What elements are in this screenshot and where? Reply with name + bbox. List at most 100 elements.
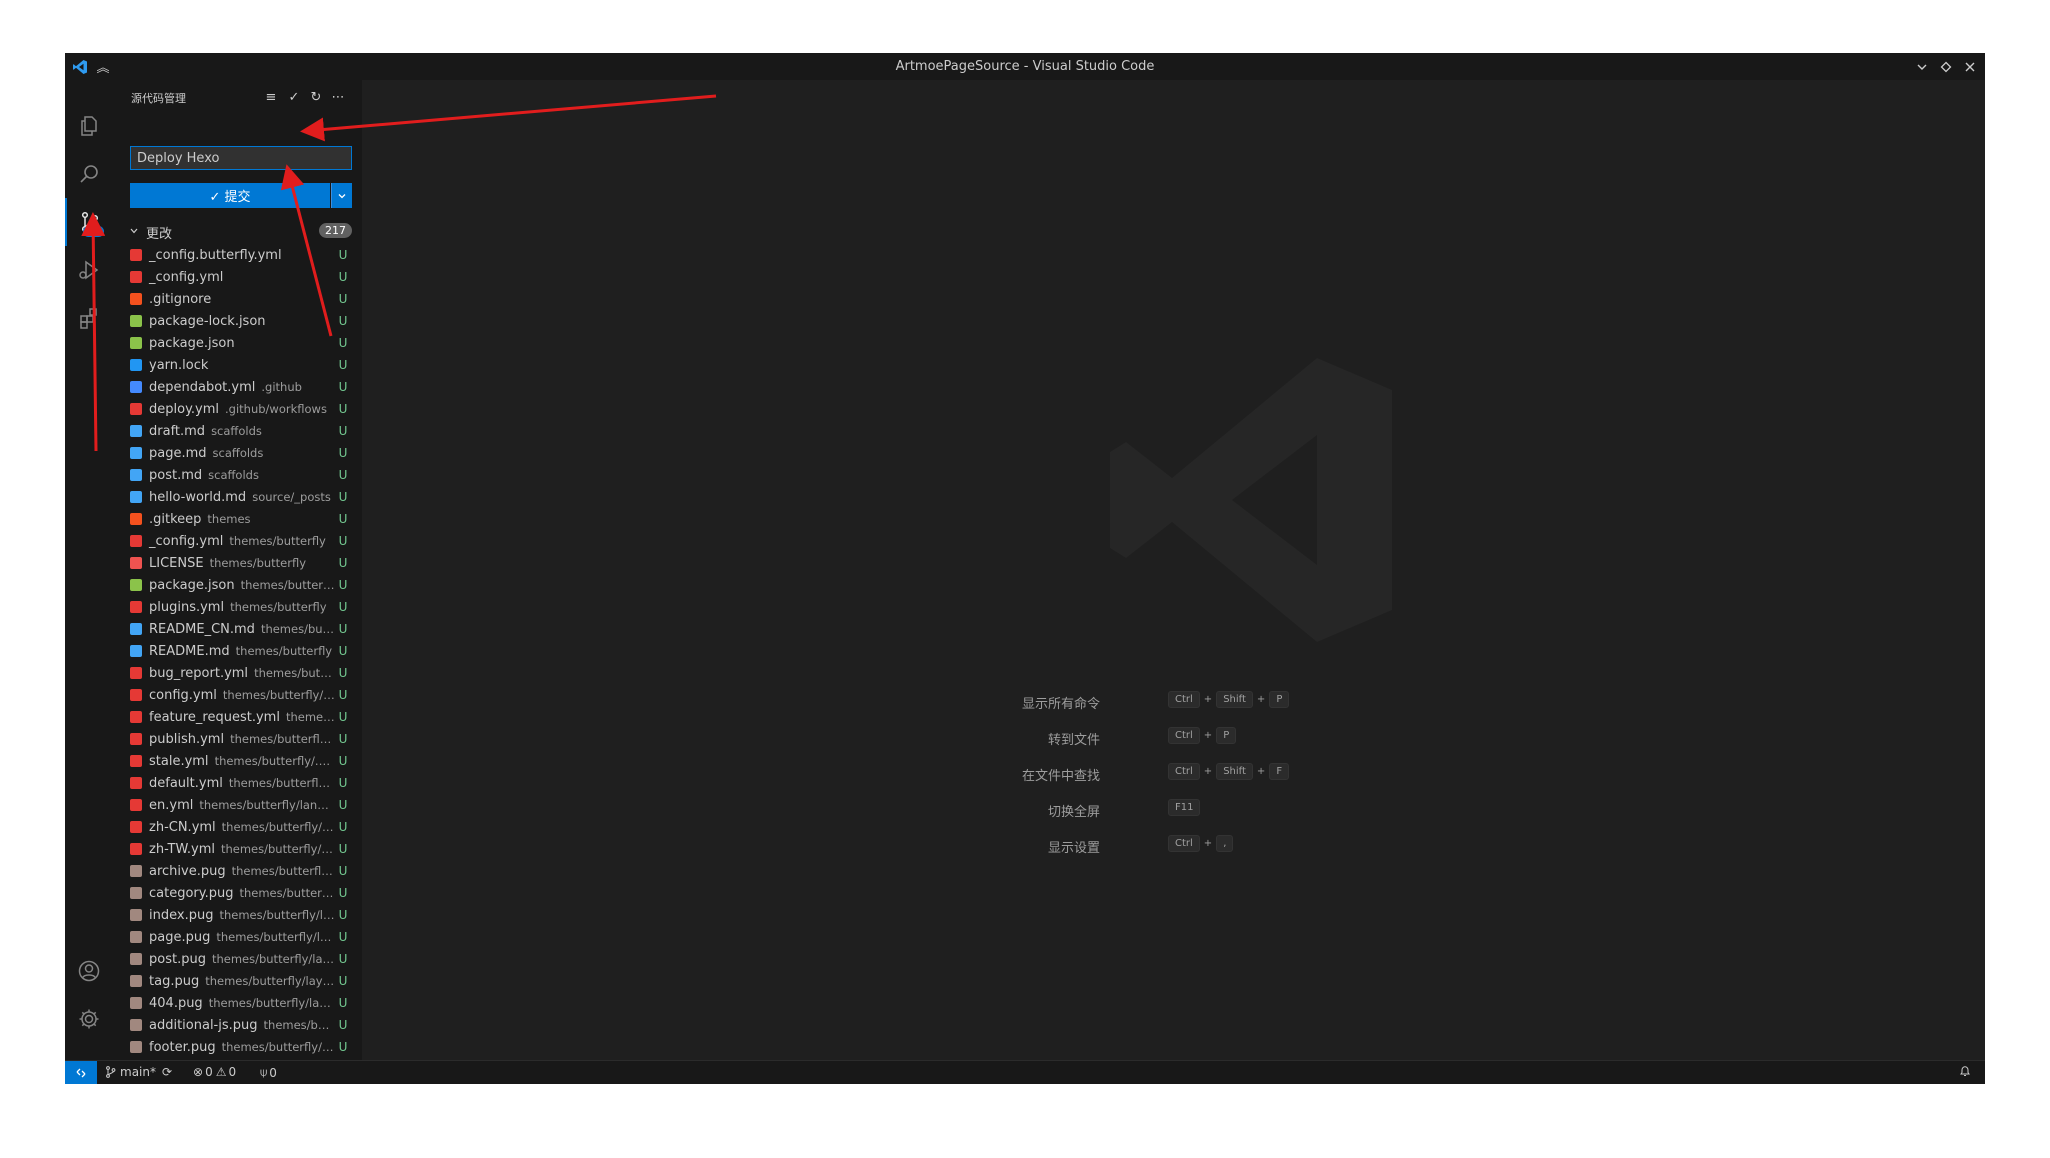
file-path: themes/butterfly/....: [230, 732, 336, 746]
file-row[interactable]: package.json U: [113, 332, 362, 354]
search-icon[interactable]: [65, 150, 113, 198]
file-row[interactable]: .gitkeep themes U: [113, 508, 362, 530]
extensions-icon[interactable]: [65, 294, 113, 342]
changes-section-header[interactable]: 更改 217: [113, 220, 362, 242]
file-path: themes/butterfly/la...: [221, 1040, 336, 1054]
file-row[interactable]: page.md scaffolds U: [113, 442, 362, 464]
commit-check-icon[interactable]: ✓: [284, 86, 304, 108]
file-row[interactable]: README_CN.md themes/butt... U: [113, 618, 362, 640]
file-status: U: [338, 336, 348, 350]
shortcut-label: 转到文件: [1047, 733, 1100, 748]
file-status: U: [338, 270, 348, 284]
file-row[interactable]: plugins.yml themes/butterfly U: [113, 596, 362, 618]
file-row[interactable]: tag.pug themes/butterfly/layout U: [113, 970, 362, 992]
file-row[interactable]: en.yml themes/butterfly/langu... U: [113, 794, 362, 816]
file-row[interactable]: LICENSE themes/butterfly U: [113, 552, 362, 574]
file-status: U: [338, 908, 348, 922]
notifications-bell-icon[interactable]: [1959, 1065, 1971, 1078]
minimize-icon[interactable]: [1911, 53, 1933, 80]
manage-gear-icon[interactable]: [65, 995, 113, 1043]
file-row[interactable]: page.pug themes/butterfly/lay... U: [113, 926, 362, 948]
file-name: yarn.lock: [149, 357, 209, 373]
commit-dropdown-button[interactable]: [331, 183, 352, 208]
file-row[interactable]: index.pug themes/butterfly/la... U: [113, 904, 362, 926]
keybinding-key: F: [1269, 763, 1290, 780]
file-row[interactable]: draft.md scaffolds U: [113, 420, 362, 442]
file-row[interactable]: hello-world.md source/_posts U: [113, 486, 362, 508]
branch-status[interactable]: main* ⟳: [105, 1065, 172, 1079]
run-debug-icon[interactable]: [65, 246, 113, 294]
file-row[interactable]: deploy.yml .github/workflows U: [113, 398, 362, 420]
file-status: U: [338, 292, 348, 306]
view-as-tree-icon[interactable]: ≡: [261, 86, 281, 108]
problems-status[interactable]: ⊗ 0 ⚠ 0: [193, 1065, 236, 1079]
shortcut-keys: Ctrl + Shift + F: [1168, 763, 1290, 780]
file-path: scaffolds: [212, 446, 264, 460]
file-row[interactable]: dependabot.yml .github U: [113, 376, 362, 398]
key-plus-separator: +: [1203, 694, 1213, 705]
file-row[interactable]: category.pug themes/butterfl... U: [113, 882, 362, 904]
file-row[interactable]: post.md scaffolds U: [113, 464, 362, 486]
remote-indicator-icon[interactable]: [65, 1061, 97, 1084]
file-row[interactable]: default.yml themes/butterfly/l... U: [113, 772, 362, 794]
file-row[interactable]: post.pug themes/butterfly/lay... U: [113, 948, 362, 970]
keybinding-key: Ctrl: [1168, 727, 1200, 744]
file-row[interactable]: zh-TW.yml themes/butterfly/la... U: [113, 838, 362, 860]
file-type-icon: [130, 931, 142, 943]
file-row[interactable]: .gitignore U: [113, 288, 362, 310]
file-type-icon: [130, 469, 142, 481]
file-row[interactable]: 404.pug themes/butterfly/layo... U: [113, 992, 362, 1014]
ports-status[interactable]: ⍦ 0: [260, 1065, 277, 1080]
sidebar-title: 源代码管理: [131, 92, 186, 105]
shortcut-label: 在文件中查找: [1021, 769, 1100, 784]
file-row[interactable]: publish.yml themes/butterfly/.... U: [113, 728, 362, 750]
file-type-icon: [130, 271, 142, 283]
accounts-icon[interactable]: [65, 947, 113, 995]
file-row[interactable]: additional-js.pug themes/butt...U: [113, 1014, 362, 1036]
close-icon[interactable]: [1959, 53, 1981, 80]
commit-button[interactable]: ✓ 提交: [130, 183, 330, 208]
refresh-icon[interactable]: ↻: [306, 86, 326, 108]
source-control-icon[interactable]: 217: [65, 198, 113, 246]
file-name: hello-world.md: [149, 489, 247, 505]
chevron-down-icon: [338, 193, 346, 198]
file-row[interactable]: footer.pug themes/butterfly/la... U: [113, 1036, 362, 1058]
file-name: .gitignore: [149, 291, 212, 307]
file-row[interactable]: README.md themes/butterfly U: [113, 640, 362, 662]
file-name: publish.yml: [149, 731, 225, 747]
activity-bar: 217: [65, 80, 113, 1060]
file-name: _config.yml: [149, 269, 224, 285]
file-name: page.md: [149, 445, 207, 461]
explorer-icon[interactable]: [65, 102, 113, 150]
shortcut-row: 在文件中查找 Ctrl + Shift + F: [362, 762, 1985, 786]
file-name: LICENSE: [149, 555, 204, 571]
file-row[interactable]: _config.yml themes/butterfly U: [113, 530, 362, 552]
keybinding-key: P: [1269, 691, 1290, 708]
file-status: U: [338, 666, 348, 680]
file-row[interactable]: archive.pug themes/butterfly/l... U: [113, 860, 362, 882]
file-path: themes/butterfly/la...: [220, 842, 336, 856]
file-row[interactable]: yarn.lock U: [113, 354, 362, 376]
file-row[interactable]: _config.yml U: [113, 266, 362, 288]
file-row[interactable]: zh-CN.yml themes/butterfly/la... U: [113, 816, 362, 838]
file-status: U: [338, 380, 348, 394]
warning-icon: ⚠: [215, 1065, 227, 1079]
file-path: themes/butterfly/lay...: [211, 952, 336, 966]
maximize-icon[interactable]: [1935, 53, 1957, 80]
file-row[interactable]: package-lock.json U: [113, 310, 362, 332]
file-type-icon: [130, 887, 142, 899]
file-name: _config.butterfly.yml: [149, 247, 282, 263]
file-row[interactable]: config.yml themes/butterfly/.g... U: [113, 684, 362, 706]
file-path: themes/butterfly: [209, 556, 307, 570]
commit-message-input[interactable]: [130, 146, 352, 170]
file-name: page.pug: [149, 929, 211, 945]
more-actions-icon[interactable]: ⋯: [328, 86, 348, 108]
sync-icon[interactable]: ⟳: [162, 1065, 172, 1079]
file-row[interactable]: stale.yml themes/butterfly/.git... U: [113, 750, 362, 772]
chevron-down-icon: [130, 228, 138, 234]
file-row[interactable]: package.json themes/butterfly U: [113, 574, 362, 596]
file-row[interactable]: feature_request.yml themes/...U: [113, 706, 362, 728]
file-row[interactable]: bug_report.yml themes/butte... U: [113, 662, 362, 684]
file-path: themes/butterfly/langu...: [199, 798, 336, 812]
file-row[interactable]: _config.butterfly.yml U: [113, 244, 362, 266]
